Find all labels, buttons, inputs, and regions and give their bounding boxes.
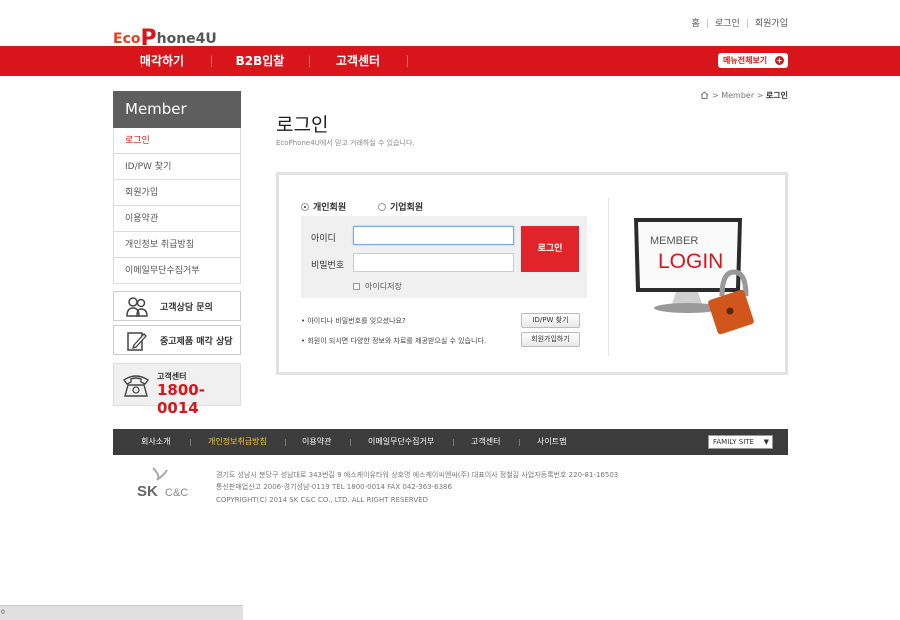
used-sale-consult-label: 중고제품 매각 상담 (160, 337, 233, 347)
member-login-illustration: MEMBER LOGIN (634, 218, 754, 335)
page-title: 로그인 (276, 114, 329, 136)
breadcrumb-current: 로그인 (765, 91, 788, 100)
save-id-checkbox[interactable]: 아이디저장 (353, 281, 402, 292)
sidebar-item-privacy[interactable]: 개인정보 취급방침 (114, 232, 240, 258)
breadcrumb-sep-icon: > (756, 91, 766, 100)
separator: | (705, 19, 709, 29)
footer-link-company[interactable]: 회사소개 (141, 429, 170, 455)
home-icon[interactable] (700, 91, 709, 99)
sidebar-item-find-idpw[interactable]: ID/PW 찾기 (114, 154, 240, 180)
consult-inquiry-label: 고객상담 문의 (160, 303, 213, 313)
gnb-item-b2b[interactable]: B2B입찰 (211, 46, 309, 76)
join-button[interactable]: 회원가입하기 (521, 332, 580, 347)
breadcrumb-member[interactable]: Member (721, 91, 754, 100)
family-site-select[interactable]: FAMILY SITE ▼ (708, 435, 773, 449)
used-sale-consult-button[interactable]: 중고제품 매각 상담 (113, 325, 241, 355)
footer-registration: 통신판매업신고 2006-경기성남-0119 TEL 1800-0014 FAX… (216, 483, 452, 491)
footer-separator (519, 439, 520, 446)
footer-link-cs[interactable]: 고객센터 (471, 429, 500, 455)
breadcrumb: > Member > 로그인 (700, 90, 788, 101)
sk-logo-text: SK (137, 483, 158, 500)
sk-cc-logo: SK C&C (137, 467, 188, 500)
password-label: 비밀번호 (311, 261, 345, 271)
footer-link-privacy[interactable]: 개인정보취급방침 (208, 429, 267, 455)
illustration-login-text: LOGIN (658, 250, 723, 273)
gnb-item-sell[interactable]: 매각하기 (113, 46, 211, 76)
plus-icon: + (775, 56, 784, 65)
footer-separator (453, 439, 454, 446)
util-home-link[interactable]: 홈 (692, 19, 700, 29)
radio-company-member[interactable]: 기업회원 (378, 200, 423, 213)
people-icon (126, 297, 148, 317)
logo-eco: Eco (113, 31, 141, 47)
footer-bar: 회사소개 개인정보취급방침 이용약관 이메일무단수집거부 고객센터 사이트맵 (113, 429, 788, 455)
footer-separator (190, 439, 191, 446)
consult-inquiry-button[interactable]: 고객상담 문의 (113, 291, 241, 321)
scrollbar-number: 0 (1, 609, 5, 616)
sidebar-menu: 로그인 ID/PW 찾기 회원가입 이용약관 개인정보 취급방침 이메일무단수집… (113, 128, 241, 284)
footer-link-terms[interactable]: 이용약관 (302, 429, 331, 455)
breadcrumb-sep-icon: > (711, 91, 722, 100)
gnb-divider (407, 55, 408, 67)
footer-address: 경기도 성남시 분당구 성남대로 343번길 9 에스케이유타워 상호명 에스케… (216, 471, 619, 479)
help-join-text: • 회원이 되시면 다양한 정보와 자료를 제공받으실 수 있습니다. (301, 337, 487, 345)
util-login-link[interactable]: 로그인 (715, 19, 740, 29)
cc-logo-text: C&C (165, 487, 188, 499)
menu-all-button[interactable]: 메뉴전체보기 + (718, 53, 788, 68)
triangle-down-icon: ▼ (763, 438, 769, 446)
password-input[interactable] (353, 253, 514, 272)
horizontal-scrollbar[interactable]: 0 (0, 605, 243, 620)
separator: | (745, 19, 749, 29)
page-root: EcoPhone4U 홈 | 로그인 | 회원가입 매각하기 B2B입찰 고객센터 메뉴… (0, 0, 900, 620)
checkbox-icon (353, 283, 360, 290)
footer-separator (350, 439, 351, 446)
sidebar-item-email-refuse[interactable]: 이메일무단수집거부 (114, 258, 240, 284)
find-idpw-button[interactable]: ID/PW 찾기 (521, 313, 580, 328)
menu-all-label: 메뉴전체보기 (723, 56, 768, 65)
sidebar-item-login[interactable]: 로그인 (114, 128, 240, 154)
footer-link-sitemap[interactable]: 사이트맵 (537, 429, 566, 455)
sidebar-title: Member (113, 91, 241, 128)
login-button[interactable]: 로그인 (521, 226, 579, 272)
footer-link-email-refuse[interactable]: 이메일무단수집거부 (368, 429, 434, 455)
footer-copyright: COPYRIGHT(C) 2014 SK C&C CO., LTD. ALL R… (216, 496, 428, 504)
customer-center-box: 고객센터 1800-0014 (113, 363, 241, 417)
telephone-icon (122, 375, 150, 397)
page-description: EcoPhone4U에서 믿고 거래하실 수 있습니다. (276, 139, 415, 147)
id-input[interactable] (353, 226, 514, 245)
radio-checked-icon (301, 203, 309, 211)
help-forgot-text: • 아이디나 비밀번호를 잊으셨나요? (301, 317, 406, 325)
logo-rest: hone4U (156, 31, 217, 47)
customer-center-phone: 1800-0014 (157, 381, 205, 417)
radio-personal-member[interactable]: 개인회원 (301, 200, 346, 213)
sidebar-item-join[interactable]: 회원가입 (114, 180, 240, 206)
family-site-label: FAMILY SITE (713, 438, 754, 446)
illustration-member-text: MEMBER (650, 235, 698, 247)
divider (608, 198, 609, 356)
gnb-item-cs[interactable]: 고객센터 (309, 46, 407, 76)
save-id-label: 아이디저장 (365, 282, 402, 291)
util-nav: 홈 | 로그인 | 회원가입 (692, 16, 788, 29)
edit-note-icon (127, 332, 147, 351)
footer-separator (285, 439, 286, 446)
radio-company-label: 기업회원 (390, 203, 424, 213)
util-join-link[interactable]: 회원가입 (755, 19, 788, 29)
radio-unchecked-icon (378, 203, 386, 211)
id-label: 아이디 (311, 234, 336, 244)
radio-personal-label: 개인회원 (313, 203, 347, 213)
sidebar-item-terms[interactable]: 이용약관 (114, 206, 240, 232)
